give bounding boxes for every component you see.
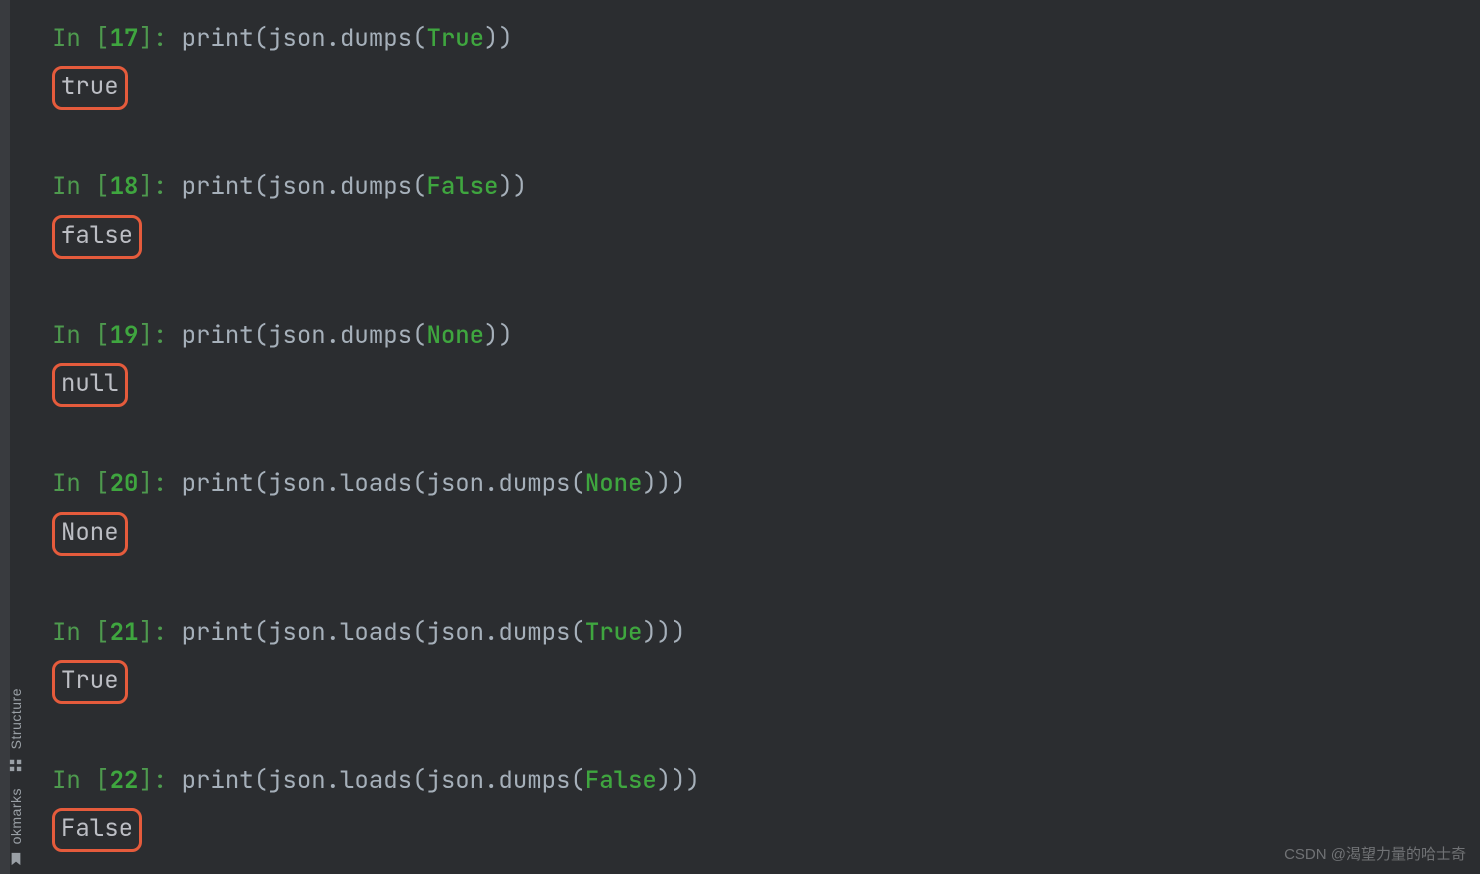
repl-output-line: True: [52, 652, 1480, 704]
structure-icon: [9, 758, 23, 772]
output-highlight-box: True: [52, 660, 128, 704]
output-highlight-box: false: [52, 215, 142, 259]
repl-output-line: true: [52, 58, 1480, 110]
repl-output-line: false: [52, 207, 1480, 259]
output-highlight-box: true: [52, 66, 128, 110]
repl-input-line[interactable]: In [18]: print(json.dumps(False)): [52, 168, 1480, 206]
repl-cell: In [18]: print(json.dumps(False)) false: [52, 168, 1480, 258]
repl-output-line: None: [52, 504, 1480, 556]
repl-input-line[interactable]: In [19]: print(json.dumps(None)): [52, 317, 1480, 355]
output-text: False: [61, 813, 133, 844]
sidebar-item-structure[interactable]: Structure: [8, 688, 24, 771]
sidebar-label-bookmarks: okmarks: [8, 788, 24, 844]
repl-input-line[interactable]: In [22]: print(json.loads(json.dumps(Fal…: [52, 762, 1480, 800]
repl-cell: In [21]: print(json.loads(json.dumps(Tru…: [52, 614, 1480, 704]
sidebar-item-bookmarks[interactable]: okmarks: [8, 788, 24, 866]
repl-input-line[interactable]: In [17]: print(json.dumps(True)): [52, 20, 1480, 58]
repl-cell: In [19]: print(json.dumps(None)) null: [52, 317, 1480, 407]
watermark: CSDN @渴望力量的哈士奇: [1284, 843, 1466, 864]
output-highlight-box: False: [52, 808, 142, 852]
tool-sidebar: Structure okmarks: [0, 0, 32, 874]
repl-input-line[interactable]: In [21]: print(json.loads(json.dumps(Tru…: [52, 614, 1480, 652]
repl-input-line[interactable]: In [20]: print(json.loads(json.dumps(Non…: [52, 465, 1480, 503]
output-text: true: [61, 71, 119, 102]
repl-output-line: False: [52, 800, 1480, 852]
repl-cell: In [20]: print(json.loads(json.dumps(Non…: [52, 465, 1480, 555]
output-text: null: [61, 368, 119, 399]
output-highlight-box: None: [52, 512, 128, 556]
repl-cell: In [22]: print(json.loads(json.dumps(Fal…: [52, 762, 1480, 852]
output-text: True: [61, 665, 119, 696]
repl-content[interactable]: In [17]: print(json.dumps(True))trueIn […: [32, 0, 1480, 874]
repl-cell: In [17]: print(json.dumps(True)) true: [52, 20, 1480, 110]
repl-output-line: null: [52, 355, 1480, 407]
output-text: false: [61, 220, 133, 251]
sidebar-label-structure: Structure: [8, 688, 24, 749]
output-text: None: [61, 517, 119, 548]
bookmark-icon: [9, 852, 23, 866]
output-highlight-box: null: [52, 363, 128, 407]
